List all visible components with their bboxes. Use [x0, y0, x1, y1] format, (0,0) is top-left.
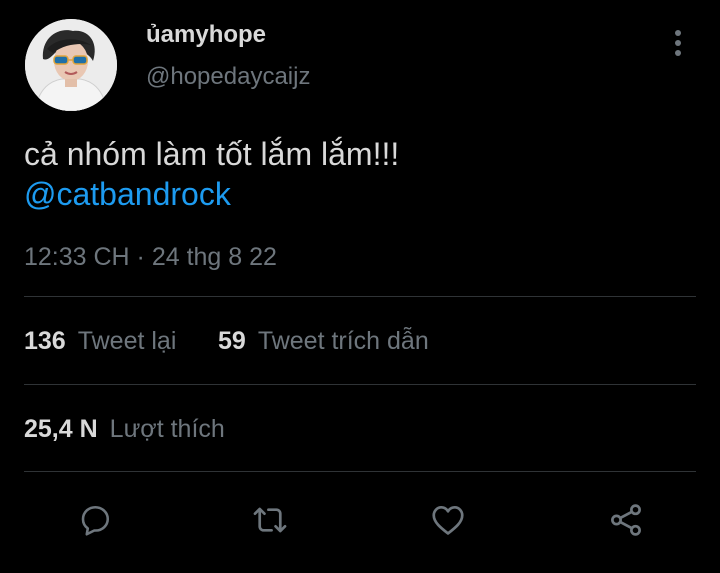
quote-tweets-count: 59 — [218, 327, 246, 355]
divider — [24, 384, 696, 385]
quote-tweets-label: Tweet trích dẫn — [257, 327, 429, 355]
avatar[interactable] — [25, 19, 117, 111]
mention-link[interactable]: @catbandrock — [24, 174, 231, 214]
author-handle[interactable]: @hopedaycaijz — [146, 63, 310, 91]
retweets-count: 136 — [24, 327, 66, 355]
likes-stat[interactable]: 25,4 N Lượt thích — [24, 415, 225, 444]
reply-icon — [81, 505, 110, 536]
share-button[interactable] — [604, 498, 648, 542]
like-button[interactable] — [426, 498, 470, 542]
tweet-text: cả nhóm làm tốt lắm lắm!!! — [24, 136, 400, 172]
author-display-name[interactable]: ủamyhope — [146, 21, 266, 49]
likes-count: 25,4 N — [24, 415, 98, 443]
divider — [24, 296, 696, 297]
divider — [24, 471, 696, 472]
like-icon — [432, 505, 464, 535]
share-icon — [611, 504, 641, 536]
reply-button[interactable] — [73, 498, 117, 542]
avatar-image — [25, 19, 117, 111]
more-options-button[interactable] — [664, 25, 692, 61]
retweet-button[interactable] — [248, 498, 292, 542]
more-vertical-icon — [675, 30, 681, 56]
retweets-label: Tweet lại — [77, 327, 177, 355]
tweet-timestamp[interactable]: 12:33 CH · 24 thg 8 22 — [24, 243, 277, 272]
likes-label: Lượt thích — [109, 415, 225, 443]
retweets-stat[interactable]: 136 Tweet lại — [24, 327, 176, 356]
retweet-icon — [253, 507, 287, 533]
quote-tweets-stat[interactable]: 59 Tweet trích dẫn — [218, 327, 429, 356]
